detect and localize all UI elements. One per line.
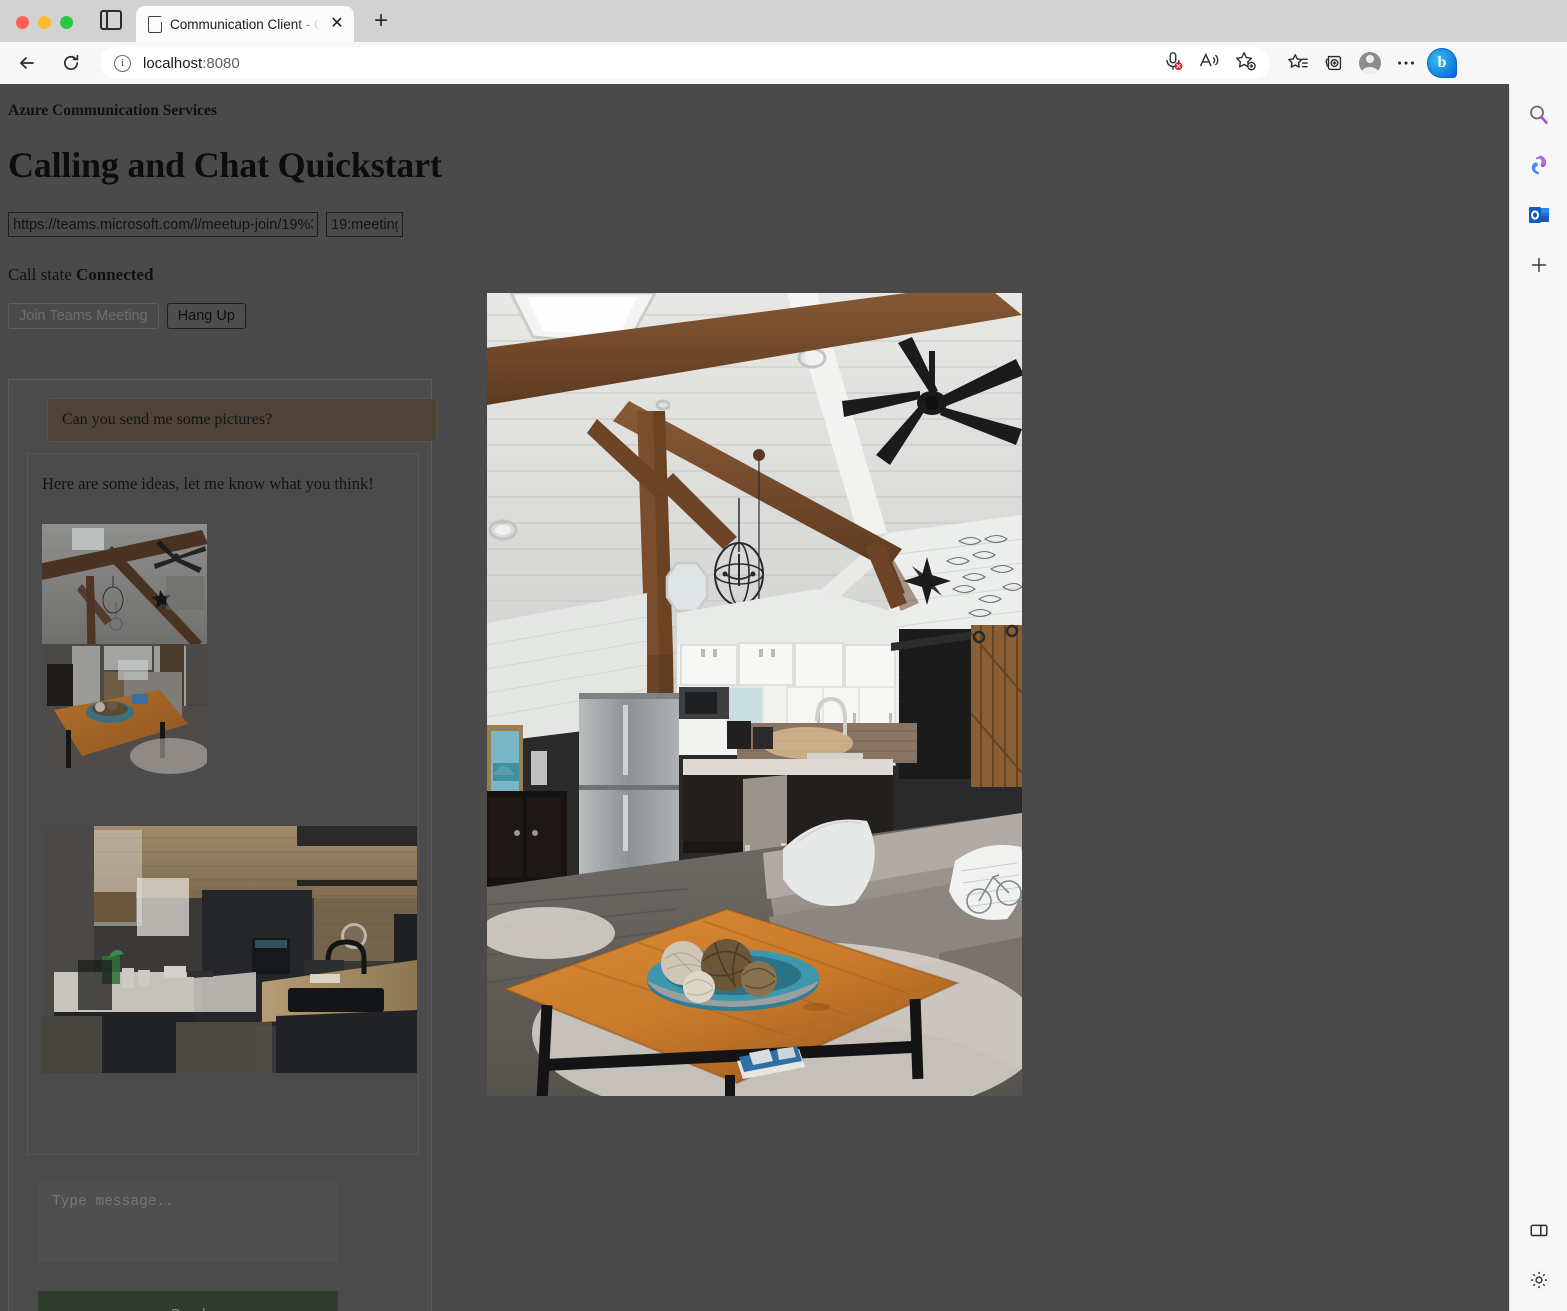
split-screen-icon[interactable] <box>1520 1211 1558 1249</box>
join-teams-meeting-button[interactable]: Join Teams Meeting <box>8 303 159 329</box>
info-icon[interactable]: i <box>114 54 131 72</box>
minimize-window-button[interactable] <box>38 16 51 29</box>
settings-gear-icon[interactable] <box>1520 1261 1558 1299</box>
living-room-preview[interactable] <box>487 293 1022 1096</box>
search-icon[interactable] <box>1520 96 1558 134</box>
page-viewport: Azure Communication Services Calling and… <box>0 84 1509 1311</box>
page-icon <box>148 15 162 33</box>
browser-nav-bar: i localhost:8080 b <box>0 42 1567 84</box>
browser-window: Communication Client - Calling ✕ + i loc… <box>0 0 1567 1311</box>
address-host: localhost <box>143 54 203 72</box>
call-state-value: Connected <box>75 265 154 284</box>
read-aloud-icon[interactable] <box>1198 50 1220 77</box>
microphone-muted-icon[interactable] <box>1162 50 1184 77</box>
window-controls <box>0 16 73 42</box>
close-window-button[interactable] <box>16 16 29 29</box>
tab-title: Communication Client - Calling <box>170 16 320 32</box>
omnibox-actions <box>1162 50 1260 77</box>
call-state-label: Call state <box>8 265 72 284</box>
favorites-icon[interactable] <box>1282 47 1314 79</box>
address-port: :8080 <box>202 54 240 72</box>
maximize-window-button[interactable] <box>60 16 73 29</box>
bing-chat-icon[interactable]: b <box>1426 47 1458 79</box>
profile-avatar[interactable] <box>1354 47 1386 79</box>
address-bar-value: localhost:8080 <box>143 55 240 72</box>
browser-tab[interactable]: Communication Client - Calling ✕ <box>136 6 354 42</box>
edge-sidebar <box>1509 84 1567 1311</box>
reload-icon[interactable] <box>54 46 88 80</box>
kitchen-thumbnail[interactable] <box>42 826 417 1073</box>
thread-id-input[interactable] <box>326 212 403 237</box>
browser-toolbar-right: b <box>1270 47 1466 79</box>
add-favorite-icon[interactable] <box>1234 50 1256 77</box>
back-icon[interactable] <box>10 46 44 80</box>
outgoing-message-text: Here are some ideas, let me know what yo… <box>42 474 374 493</box>
send-button[interactable]: Send <box>38 1291 338 1311</box>
brand-heading: Azure Communication Services <box>8 102 217 119</box>
meeting-link-input[interactable] <box>8 212 318 237</box>
message-thread[interactable]: Here are some ideas, let me know what yo… <box>27 453 419 1155</box>
browser-title-bar: Communication Client - Calling ✕ + <box>0 0 1567 42</box>
meeting-inputs-row <box>8 212 1501 237</box>
living-room-thumbnail[interactable] <box>42 524 207 777</box>
hang-up-button[interactable]: Hang Up <box>166 303 246 329</box>
chat-panel: Can you send me some pictures? Here are … <box>8 379 437 1311</box>
message-input[interactable] <box>38 1183 338 1262</box>
add-app-icon[interactable] <box>1520 246 1558 284</box>
call-state: Call state Connected <box>8 265 1501 285</box>
message-composer: Send <box>38 1183 419 1311</box>
incoming-message-bubble: Can you send me some pictures? <box>47 398 437 442</box>
outlook-icon[interactable] <box>1520 196 1558 234</box>
settings-more-icon[interactable] <box>1390 47 1422 79</box>
address-bar[interactable]: i localhost:8080 <box>100 47 1270 79</box>
microsoft-365-icon[interactable] <box>1520 146 1558 184</box>
tab-list-icon[interactable] <box>100 10 122 30</box>
close-icon[interactable]: ✕ <box>328 15 346 33</box>
page-title: Calling and Chat Quickstart <box>8 145 442 185</box>
collections-icon[interactable] <box>1318 47 1350 79</box>
new-tab-button[interactable]: + <box>368 8 394 34</box>
